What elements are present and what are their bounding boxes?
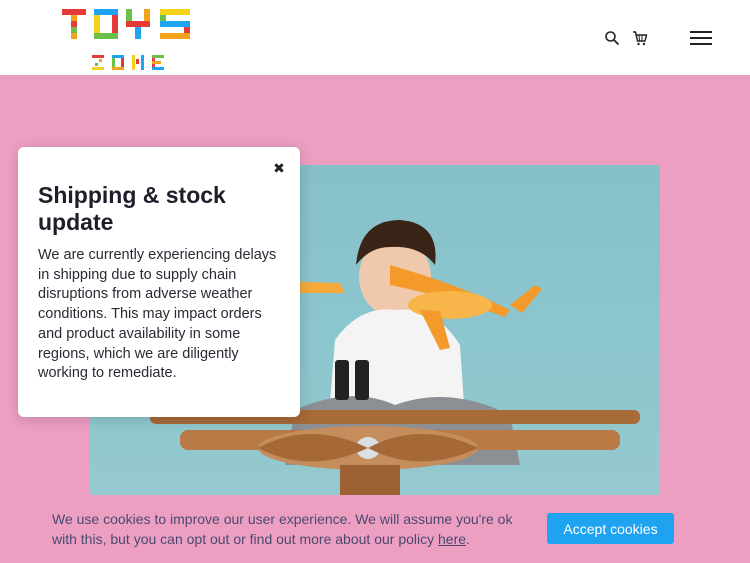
- cookie-policy-link[interactable]: here: [438, 531, 466, 547]
- toys-zone-logo[interactable]: [60, 5, 195, 73]
- cookie-message: We use cookies to improve our user exper…: [52, 510, 522, 549]
- logo-zone-wordmark: [92, 55, 164, 70]
- logo-toys-wordmark: [62, 9, 190, 39]
- accept-cookies-button[interactable]: Accept cookies: [547, 513, 674, 544]
- popup-title: Shipping & stock update: [38, 182, 226, 235]
- close-icon[interactable]: ✖: [270, 160, 288, 178]
- cart-icon[interactable]: [631, 29, 649, 47]
- cookie-message-period: .: [466, 530, 470, 547]
- popup-body: We are currently experiencing delays in …: [38, 247, 277, 382]
- search-icon[interactable]: [603, 29, 621, 47]
- hamburger-menu-icon[interactable]: [689, 29, 713, 47]
- site-header: [0, 0, 750, 75]
